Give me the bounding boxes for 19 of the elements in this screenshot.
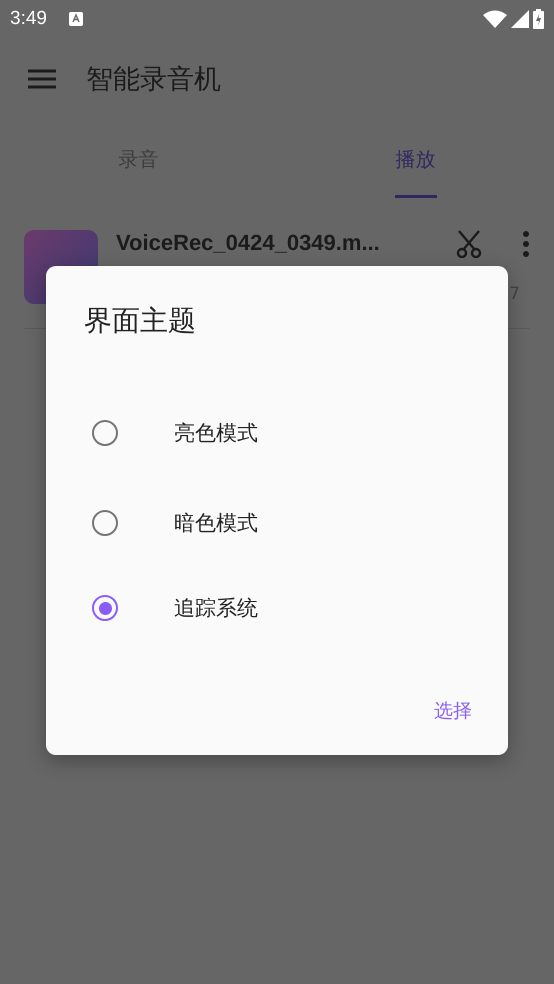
status-time: 3:49: [10, 8, 47, 30]
menu-icon[interactable]: [28, 69, 56, 89]
wifi-icon: [483, 10, 507, 28]
select-button[interactable]: 选择: [434, 692, 472, 730]
keyboard-notification-icon: [68, 12, 83, 26]
option-label[interactable]: 亮色模式: [174, 419, 258, 447]
battery-icon: [533, 9, 544, 29]
radio-button[interactable]: [92, 510, 118, 536]
option-label[interactable]: 追踪系统: [174, 594, 258, 622]
scissors-icon[interactable]: [456, 230, 482, 258]
option-label[interactable]: 暗色模式: [174, 509, 258, 537]
dialog-title: 界面主题: [84, 303, 197, 339]
tab[interactable]: 播放: [277, 120, 554, 198]
radio-button[interactable]: [92, 420, 118, 446]
radio-button[interactable]: [92, 595, 118, 621]
recording-name[interactable]: VoiceRec_0424_0349.m...: [116, 230, 438, 256]
signal-icon: [511, 10, 529, 28]
app-title: 智能录音机: [86, 63, 221, 97]
more-options-icon[interactable]: [522, 230, 530, 258]
